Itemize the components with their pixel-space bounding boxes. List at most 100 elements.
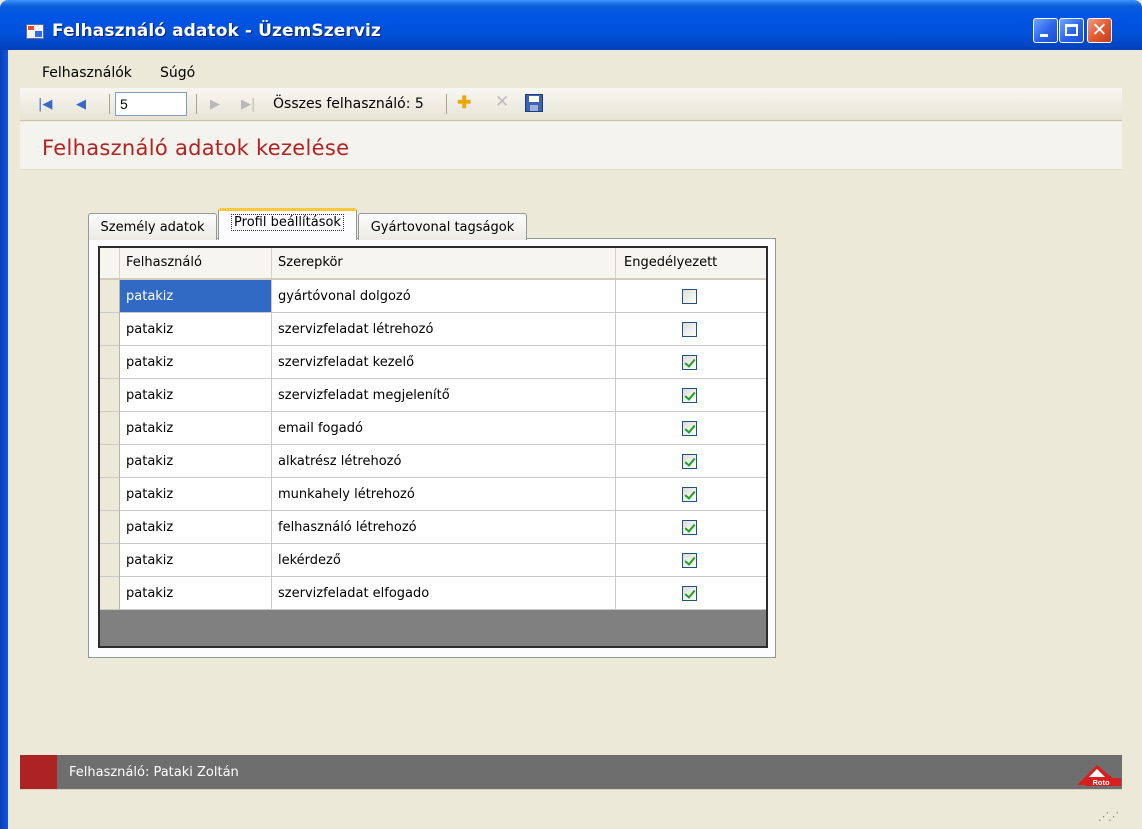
row-header[interactable] <box>100 280 120 313</box>
minimize-icon <box>1040 34 1048 37</box>
enabled-checkbox[interactable] <box>682 355 697 370</box>
row-header[interactable] <box>100 544 120 577</box>
row-header[interactable] <box>100 478 120 511</box>
maximize-button[interactable] <box>1059 18 1084 43</box>
delete-icon[interactable]: ✕ <box>495 94 509 111</box>
enabled-checkbox[interactable] <box>682 388 697 403</box>
tab-label: Személy adatok <box>100 220 205 235</box>
menu-users[interactable]: Felhasználók <box>42 65 132 81</box>
tab-profile-settings[interactable]: Profil beállítások <box>218 208 357 240</box>
cell-user[interactable]: patakiz <box>120 511 272 544</box>
enabled-checkbox[interactable] <box>682 421 697 436</box>
table-row[interactable]: patakiz szervizfeladat kezelő <box>100 346 766 379</box>
tab-personal-data[interactable]: Személy adatok <box>88 213 217 240</box>
title-bar[interactable]: Felhasználó adatok - ÜzemSzerviz ✕ <box>0 0 1142 50</box>
row-header[interactable] <box>100 346 120 379</box>
cell-user[interactable]: patakiz <box>120 313 272 346</box>
enabled-checkbox[interactable] <box>682 454 697 469</box>
enabled-checkbox[interactable] <box>682 289 697 304</box>
column-header-enabled[interactable]: Engedélyezett <box>616 248 766 278</box>
table-row[interactable]: patakiz alkatrész létrehozó <box>100 445 766 478</box>
save-icon[interactable] <box>525 94 543 112</box>
cell-enabled[interactable] <box>616 346 766 379</box>
row-header[interactable] <box>100 511 120 544</box>
first-record-icon[interactable]: |◀ <box>38 98 52 112</box>
cell-user[interactable]: patakiz <box>120 577 272 610</box>
cell-user[interactable]: patakiz <box>120 280 272 313</box>
enabled-checkbox[interactable] <box>682 553 697 568</box>
total-users-label: Összes felhasználó: 5 <box>273 96 424 112</box>
enabled-checkbox[interactable] <box>682 487 697 502</box>
bottom-strip: ⋰⋰ <box>20 789 1122 829</box>
row-header[interactable] <box>100 412 120 445</box>
minimize-button[interactable] <box>1033 18 1058 43</box>
toolbar-separator <box>196 94 197 114</box>
cell-enabled[interactable] <box>616 544 766 577</box>
row-header[interactable] <box>100 313 120 346</box>
last-record-icon[interactable]: ▶| <box>241 98 255 112</box>
next-record-icon[interactable]: ▶ <box>210 98 220 112</box>
cell-user[interactable]: patakiz <box>120 478 272 511</box>
status-bar: Felhasználó: Pataki Zoltán Roto <box>20 755 1122 789</box>
enabled-checkbox[interactable] <box>682 520 697 535</box>
cell-role[interactable]: felhasználó létrehozó <box>272 511 616 544</box>
cell-enabled[interactable] <box>616 313 766 346</box>
roles-grid: Felhasználó Szerepkör Engedélyezett pata… <box>98 246 768 648</box>
cell-enabled[interactable] <box>616 379 766 412</box>
close-button[interactable]: ✕ <box>1087 18 1112 43</box>
navigator-toolbar: |◀ ◀ ▶ ▶| Összes felhasználó: 5 ✚ ✕ <box>20 88 1122 121</box>
cell-user[interactable]: patakiz <box>120 445 272 478</box>
row-header[interactable] <box>100 379 120 412</box>
enabled-checkbox[interactable] <box>682 586 697 601</box>
column-header-user[interactable]: Felhasználó <box>120 248 272 278</box>
resize-grip-icon[interactable]: ⋰⋰ <box>1098 810 1119 823</box>
cell-enabled[interactable] <box>616 511 766 544</box>
table-row[interactable]: patakiz szervizfeladat elfogado <box>100 577 766 610</box>
cell-role[interactable]: szervizfeladat kezelő <box>272 346 616 379</box>
cell-role[interactable]: alkatrész létrehozó <box>272 445 616 478</box>
row-header[interactable] <box>100 445 120 478</box>
header-band: Felhasználó adatok kezelése <box>20 122 1122 170</box>
cell-user[interactable]: patakiz <box>120 346 272 379</box>
row-header[interactable] <box>100 577 120 610</box>
table-row[interactable]: patakiz munkahely létrehozó <box>100 478 766 511</box>
page-title: Felhasználó adatok kezelése <box>42 136 350 160</box>
cell-role[interactable]: szervizfeladat létrehozó <box>272 313 616 346</box>
window-border-left <box>0 50 20 829</box>
app-icon[interactable] <box>26 24 44 39</box>
table-row[interactable]: patakiz szervizfeladat megjelenítő <box>100 379 766 412</box>
table-row[interactable]: patakiz felhasználó létrehozó <box>100 511 766 544</box>
menu-bar: Felhasználók Súgó <box>20 50 1122 88</box>
previous-record-icon[interactable]: ◀ <box>76 98 86 112</box>
cell-user[interactable]: patakiz <box>120 544 272 577</box>
logo-text: Roto <box>1092 778 1109 787</box>
cell-enabled[interactable] <box>616 577 766 610</box>
cell-enabled[interactable] <box>616 445 766 478</box>
menu-help[interactable]: Súgó <box>160 65 195 81</box>
cell-role[interactable]: szervizfeladat elfogado <box>272 577 616 610</box>
record-position-input[interactable] <box>115 92 187 116</box>
cell-enabled[interactable] <box>616 412 766 445</box>
cell-enabled[interactable] <box>616 478 766 511</box>
column-header-role[interactable]: Szerepkör <box>272 248 616 278</box>
cell-role[interactable]: gyártóvonal dolgozó <box>272 280 616 313</box>
table-row[interactable]: patakiz szervizfeladat létrehozó <box>100 313 766 346</box>
cell-user[interactable]: patakiz <box>120 379 272 412</box>
enabled-checkbox[interactable] <box>682 322 697 337</box>
row-header-corner[interactable] <box>100 248 120 278</box>
cell-role[interactable]: lekérdező <box>272 544 616 577</box>
maximize-icon <box>1065 24 1078 36</box>
status-user-label: Felhasználó: Pataki Zoltán <box>69 765 239 780</box>
add-icon[interactable]: ✚ <box>457 95 471 112</box>
table-row[interactable]: patakiz lekérdező <box>100 544 766 577</box>
cell-role[interactable]: szervizfeladat megjelenítő <box>272 379 616 412</box>
cell-role[interactable]: email fogadó <box>272 412 616 445</box>
tab-line-memberships[interactable]: Gyártovonal tagságok <box>358 213 527 240</box>
tab-label: Profil beállítások <box>231 214 344 231</box>
grid-header-row: Felhasználó Szerepkör Engedélyezett <box>100 248 766 280</box>
table-row[interactable]: patakiz email fogadó <box>100 412 766 445</box>
cell-role[interactable]: munkahely létrehozó <box>272 478 616 511</box>
table-row[interactable]: patakiz gyártóvonal dolgozó <box>100 280 766 313</box>
cell-enabled[interactable] <box>616 280 766 313</box>
cell-user[interactable]: patakiz <box>120 412 272 445</box>
